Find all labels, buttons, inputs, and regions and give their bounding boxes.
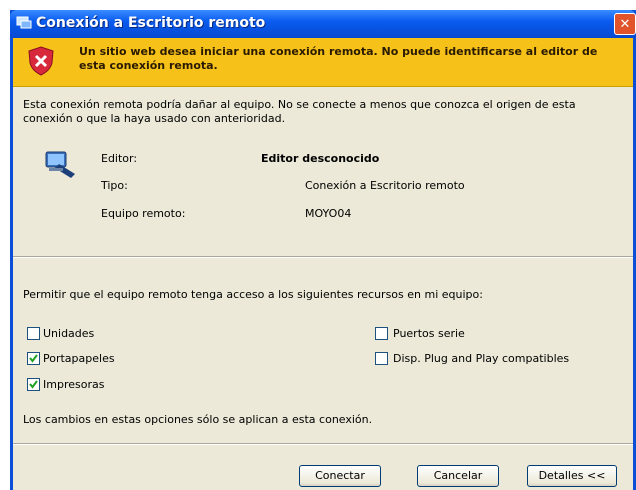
- type-label: Tipo:: [101, 179, 128, 192]
- remote-computer-label: Equipo remoto:: [101, 207, 186, 220]
- publisher-label: Editor:: [101, 152, 138, 165]
- connect-button[interactable]: Conectar: [299, 465, 381, 487]
- type-value: Conexión a Escritorio remoto: [305, 179, 465, 192]
- checkbox-puertos-serie[interactable]: [375, 327, 388, 340]
- options-note: Los cambios en estas opciones sólo se ap…: [23, 413, 373, 426]
- publisher-value: Editor desconocido: [261, 152, 380, 165]
- remote-desktop-icon: [16, 16, 32, 29]
- close-icon: ✕: [619, 16, 631, 32]
- separator: [13, 443, 633, 445]
- warning-banner: Un sitio web desea iniciar una conexión …: [13, 38, 633, 87]
- checkbox-plug-and-play[interactable]: [375, 352, 388, 365]
- checkbox-label-portapapeles[interactable]: Portapapeles: [43, 352, 115, 365]
- checkbox-label-plug-and-play[interactable]: Disp. Plug and Play compatibles: [393, 352, 569, 365]
- dialog-body: Un sitio web desea iniciar una conexión …: [13, 38, 633, 490]
- checkmark-icon: [29, 354, 38, 363]
- shield-error-icon: [28, 46, 54, 76]
- remote-computer-icon: [45, 151, 75, 178]
- title-bar[interactable]: Conexión a Escritorio remoto ✕: [10, 10, 636, 38]
- details-button[interactable]: Detalles <<: [527, 465, 617, 487]
- checkbox-unidades[interactable]: [27, 327, 40, 340]
- checkbox-label-unidades[interactable]: Unidades: [43, 327, 94, 340]
- checkbox-impresoras[interactable]: [27, 378, 40, 391]
- remote-desktop-dialog: Conexión a Escritorio remoto ✕ Un sitio …: [10, 10, 636, 490]
- window-title: Conexión a Escritorio remoto: [36, 15, 266, 31]
- checkmark-icon: [29, 380, 38, 389]
- checkbox-portapapeles[interactable]: [27, 352, 40, 365]
- cancel-button[interactable]: Cancelar: [417, 465, 499, 487]
- permissions-heading: Permitir que el equipo remoto tenga acce…: [23, 288, 483, 301]
- warning-text: Un sitio web desea iniciar una conexión …: [79, 45, 598, 72]
- checkbox-label-impresoras[interactable]: Impresoras: [43, 378, 104, 391]
- close-button[interactable]: ✕: [614, 13, 636, 35]
- checkbox-label-puertos-serie[interactable]: Puertos serie: [393, 327, 465, 340]
- security-description: Esta conexión remota podría dañar al equ…: [23, 98, 576, 125]
- remote-computer-value: MOYO04: [305, 207, 352, 220]
- separator: [13, 256, 633, 258]
